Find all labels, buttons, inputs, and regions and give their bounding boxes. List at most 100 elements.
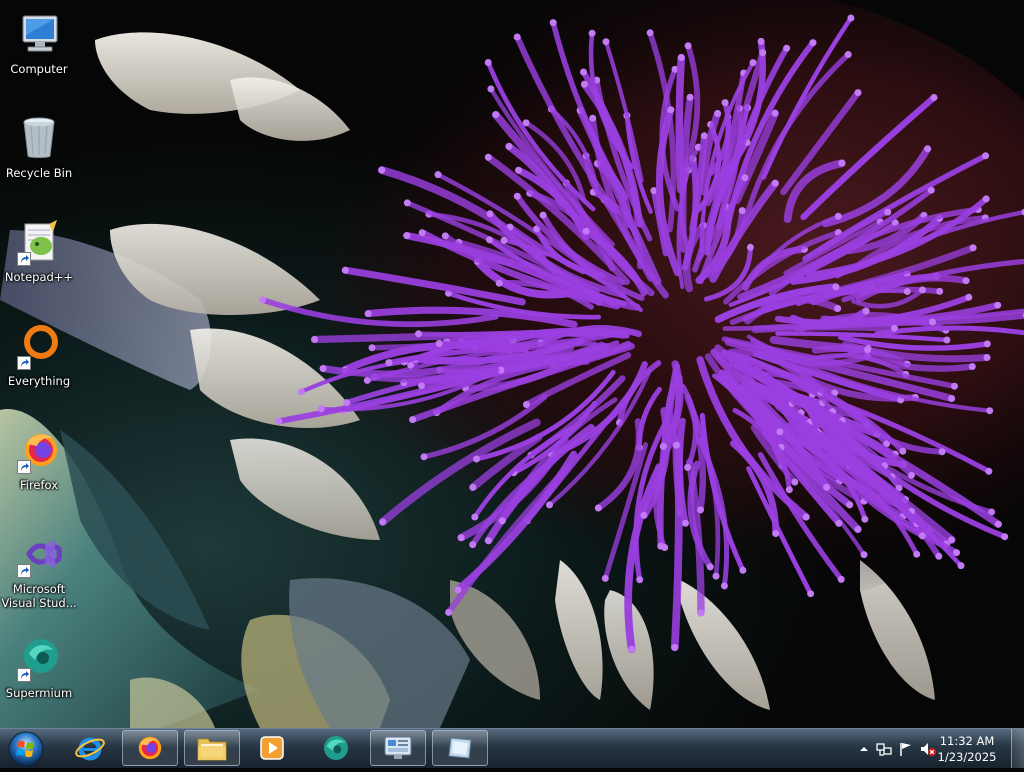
stamen-tip	[1001, 533, 1008, 540]
stamen-tip	[485, 537, 492, 544]
action-center-flag-icon[interactable]	[898, 741, 914, 757]
taskbar-item-supermium[interactable]	[308, 730, 364, 766]
stamen-tip	[311, 336, 318, 343]
clock-date: 1/23/2025	[932, 749, 1002, 765]
stamen-tip	[861, 551, 868, 558]
stamen-tip	[747, 244, 754, 251]
stamen-tip	[807, 590, 814, 597]
stamen-tip	[469, 484, 476, 491]
computer-icon	[15, 10, 63, 58]
stamen-tip	[739, 567, 746, 574]
stamen-tip	[772, 530, 779, 537]
stamen-tip	[939, 448, 946, 455]
stamen-tip	[589, 30, 596, 37]
stamen-tip	[487, 210, 494, 217]
stamen-tip	[379, 518, 386, 525]
stamen-tip	[838, 576, 845, 583]
stamen-tip	[546, 501, 553, 508]
stamen-tip	[982, 152, 989, 159]
desktop-icon-firefox[interactable]: Firefox	[0, 422, 78, 518]
shortcut-arrow-icon	[17, 564, 31, 578]
stamen-tip	[908, 472, 915, 479]
stamen-tip	[984, 340, 991, 347]
stamen-tip	[485, 59, 492, 66]
stamen-tip	[550, 19, 557, 26]
stamen-tip	[685, 42, 692, 49]
desktop-icon-label: Firefox	[20, 478, 58, 492]
stamen-tip	[673, 442, 680, 449]
stamen-tip	[687, 94, 694, 101]
taskbar-item-media-player[interactable]	[244, 730, 300, 766]
stamen-tip	[540, 212, 547, 219]
stamen-tip	[823, 484, 830, 491]
stamen-tip	[722, 99, 729, 106]
media-player-icon	[257, 733, 287, 763]
stamen-tip	[343, 399, 350, 406]
stamen-tip	[485, 154, 492, 161]
notification-area: 11:32 AM 1/23/2025	[834, 729, 1024, 769]
stamen-tip	[403, 232, 410, 239]
desktop-icon-everything[interactable]: Everything	[0, 318, 78, 414]
network-icon[interactable]	[876, 741, 892, 757]
stamen-tip	[697, 609, 704, 616]
stamen-tip	[473, 456, 480, 463]
stamen-tip	[419, 229, 426, 236]
windows-orb-icon	[6, 730, 46, 768]
stamen-tip	[854, 526, 861, 533]
stamen-tip	[847, 15, 854, 22]
stamen-tip	[471, 514, 478, 521]
stamen-tip	[364, 377, 371, 384]
stamen-tip	[786, 486, 793, 493]
stamen-tip	[919, 286, 926, 293]
stamen-tip	[986, 407, 993, 414]
stamen-tip	[454, 586, 461, 593]
firefox-icon	[135, 733, 165, 763]
taskbar-item-file-explorer[interactable]	[184, 730, 240, 766]
shortcut-arrow-icon	[17, 460, 31, 474]
stamen-tip	[589, 115, 596, 122]
stamen-tip	[415, 330, 422, 337]
desktop-icon-visual-studio[interactable]: Microsoft Visual Stud...	[0, 526, 78, 622]
show-hidden-icons-arrow[interactable]	[856, 741, 872, 757]
firefox-icon	[15, 426, 63, 474]
window-icon	[445, 734, 475, 762]
stamen-tip	[985, 468, 992, 475]
stamen-tip	[776, 428, 783, 435]
system-clock[interactable]: 11:32 AM 1/23/2025	[932, 733, 1002, 765]
stamen-tip	[714, 110, 721, 117]
stamen-tip	[628, 646, 635, 653]
taskbar-item-app-window[interactable]	[432, 730, 488, 766]
stamen-tip	[514, 193, 521, 200]
stamen-tip	[320, 365, 327, 372]
stamen-tip	[523, 401, 530, 408]
stamen-tip	[647, 29, 654, 36]
stamen-tip	[935, 553, 942, 560]
supermium-icon	[15, 634, 63, 682]
stamen-tip	[969, 363, 976, 370]
stamen-tip	[758, 38, 765, 45]
desktop-icon-label: Microsoft Visual Stud...	[1, 582, 77, 610]
stamen-tip	[832, 283, 839, 290]
desktop-icon-notepad-plus-plus[interactable]: Notepad++	[0, 214, 78, 310]
stamen-tip	[259, 296, 266, 303]
desktop-icon-recycle-bin[interactable]: Recycle Bin	[0, 110, 78, 206]
stamen-tip	[707, 563, 714, 570]
stamen-tip	[845, 51, 852, 58]
stamen-tip	[418, 382, 425, 389]
stamen	[755, 327, 894, 330]
stamen-tip	[506, 143, 513, 150]
taskbar-item-firefox[interactable]	[122, 730, 178, 766]
taskbar-item-internet-explorer[interactable]	[62, 730, 118, 766]
show-desktop-button[interactable]	[1011, 729, 1024, 768]
start-button[interactable]	[6, 730, 46, 768]
desktop-icon-computer[interactable]: Computer	[0, 6, 78, 102]
taskbar-item-control-panel[interactable]	[370, 730, 426, 766]
supermium-icon	[320, 732, 352, 764]
stamen-tip	[928, 187, 935, 194]
stamen-tip	[580, 69, 587, 76]
stamen-tip	[697, 506, 704, 513]
stamen-tip	[298, 388, 305, 395]
stamen-tip	[750, 59, 757, 66]
desktop-icon-supermium[interactable]: Supermium	[0, 630, 78, 726]
stamen-tip	[342, 267, 349, 274]
